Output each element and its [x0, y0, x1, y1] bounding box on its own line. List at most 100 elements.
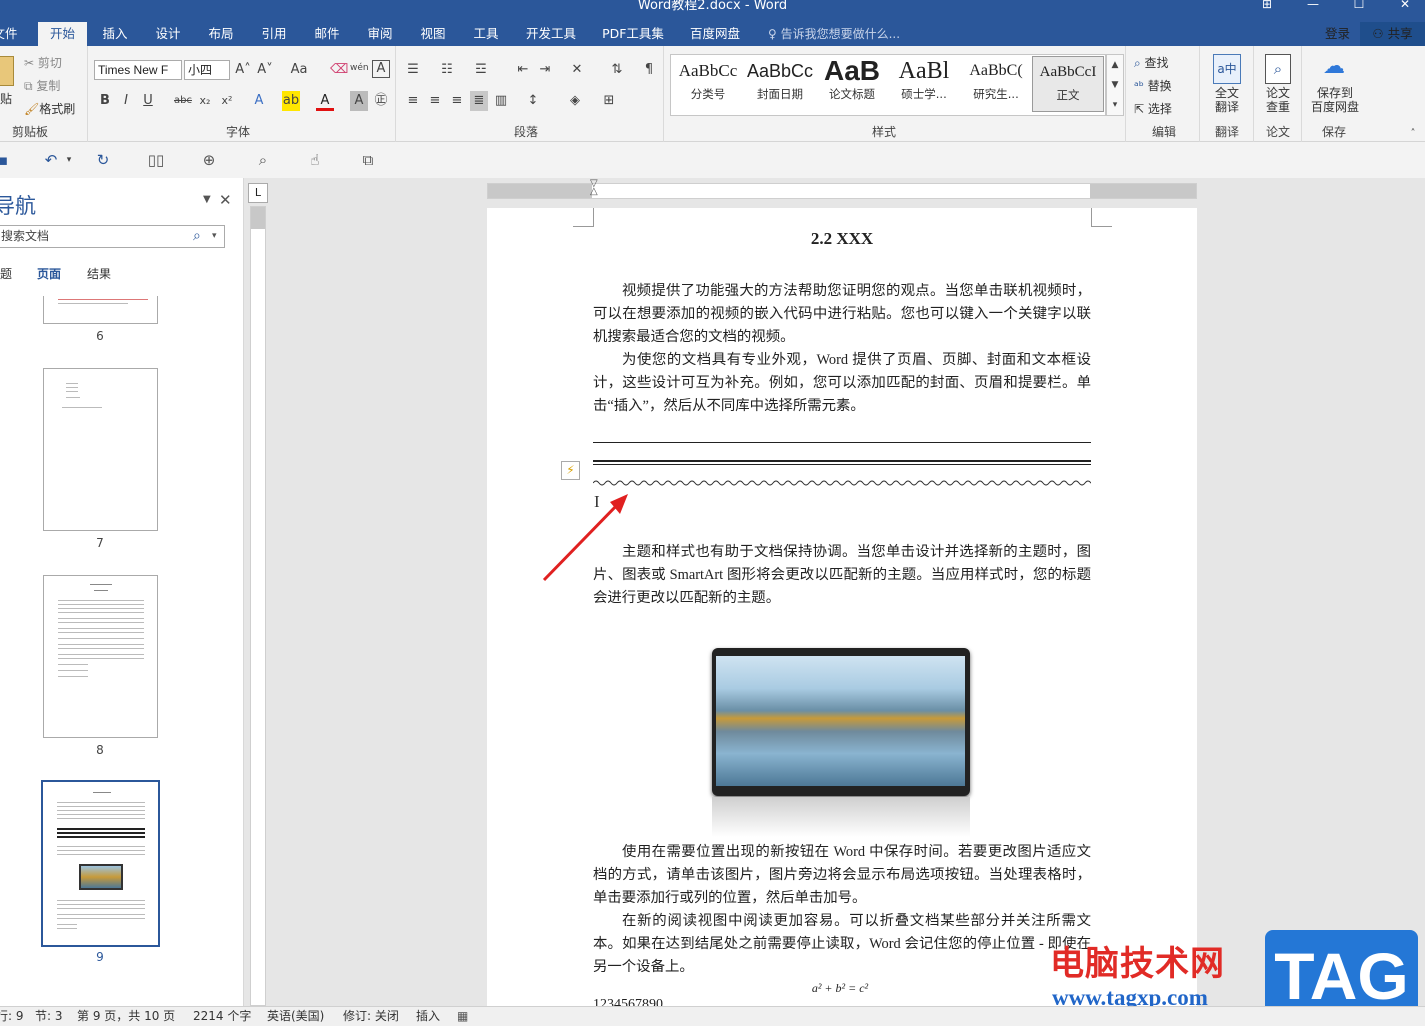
subscript-button[interactable]: x₂ — [196, 91, 214, 111]
share-button[interactable]: ⚇ 共享 — [1360, 22, 1425, 46]
macro-record-icon[interactable]: ▦ — [457, 1007, 468, 1025]
horizontal-ruler[interactable]: ▽ △ — [487, 179, 1197, 199]
tab-file[interactable]: 文件 — [0, 22, 20, 46]
style-item-paper-title[interactable]: AaB 论文标题 — [816, 56, 888, 112]
decrease-indent-icon[interactable]: ⇤ — [514, 60, 532, 80]
font-size-select[interactable]: 小四 — [184, 60, 230, 80]
status-track-changes[interactable]: 修订: 关闭 — [343, 1007, 399, 1025]
tab-pdf[interactable]: PDF工具集 — [598, 22, 668, 46]
find-button[interactable]: ⌕ 查找 — [1134, 54, 1169, 71]
tab-mailings[interactable]: 邮件 — [304, 22, 350, 46]
page-thumbnail-7[interactable] — [43, 368, 158, 531]
superscript-button[interactable]: x² — [218, 91, 236, 111]
nav-tab-results[interactable]: 结果 — [87, 265, 111, 282]
page-thumbnail-8[interactable] — [43, 575, 158, 738]
show-marks-icon[interactable]: ¶ — [640, 60, 658, 80]
minimize-button[interactable]: — — [1290, 0, 1336, 12]
cut-button[interactable]: ✂ 剪切 — [24, 54, 62, 71]
tab-tools[interactable]: 工具 — [463, 22, 509, 46]
tab-references[interactable]: 引用 — [251, 22, 297, 46]
enclose-char-icon[interactable]: ㊣ — [372, 91, 390, 111]
touch-mode-icon[interactable]: ☝ — [304, 150, 326, 170]
nav-options-icon[interactable]: ▼ — [203, 194, 211, 205]
nav-search-input[interactable]: 搜索文档 — [0, 225, 225, 248]
tab-layout[interactable]: 布局 — [198, 22, 244, 46]
shrink-font-icon[interactable]: A˅ — [256, 60, 274, 80]
chinese-layout-icon[interactable]: ✕ — [568, 60, 586, 80]
save-icon[interactable]: ▪ — [0, 150, 14, 170]
paper-check-icon[interactable]: ⌕ — [1265, 54, 1291, 84]
status-page[interactable]: 第 9 页，共 10 页 — [77, 1007, 175, 1025]
copy-button[interactable]: ⧉ 复制 — [24, 77, 60, 94]
underline-button[interactable]: U — [139, 91, 157, 111]
phonetic-guide-button[interactable]: wén — [350, 58, 369, 78]
page-thumbnail-6[interactable] — [43, 296, 158, 324]
font-name-select[interactable]: Times New F — [94, 60, 182, 80]
page-thumbnail-9[interactable] — [41, 780, 160, 947]
align-center-icon[interactable]: ≡ — [426, 91, 444, 111]
tell-me-search[interactable]: ♀ 告诉我您想要做什么... — [768, 22, 900, 46]
autocorrect-options-icon[interactable]: ⚡ — [561, 461, 580, 480]
nav-tab-headings[interactable]: 标题 — [0, 265, 12, 282]
login-link[interactable]: 登录 — [1325, 22, 1350, 46]
char-shading-icon[interactable]: A — [350, 91, 368, 111]
line-spacing-icon[interactable]: ↕ — [524, 91, 542, 111]
increase-indent-icon[interactable]: ⇥ — [536, 60, 554, 80]
status-insert-mode[interactable]: 插入 — [416, 1007, 440, 1025]
style-item-cover-date[interactable]: AaBbCc 封面日期 — [744, 56, 816, 112]
undo-dropdown-icon[interactable]: ▾ — [58, 150, 80, 170]
distribute-icon[interactable]: ▥ — [492, 91, 510, 111]
tab-baidu[interactable]: 百度网盘 — [684, 22, 746, 46]
style-item-category[interactable]: AaBbCc 分类号 — [672, 56, 744, 112]
grow-font-icon[interactable]: A˄ — [234, 60, 252, 80]
clear-format-icon[interactable]: ⌫ — [330, 60, 348, 80]
borders-icon[interactable]: ⊞ — [600, 91, 618, 111]
bullets-icon[interactable]: ☰ — [404, 60, 422, 80]
style-item-normal[interactable]: AaBbCcI 正文 — [1032, 56, 1104, 112]
vertical-ruler[interactable] — [250, 206, 266, 1006]
bold-button[interactable]: B — [96, 91, 114, 111]
tab-view[interactable]: 视图 — [410, 22, 456, 46]
style-item-graduate[interactable]: AaBbC( 研究生... — [960, 56, 1032, 112]
close-button[interactable]: ✕ — [1382, 0, 1425, 12]
change-case-button[interactable]: Aa — [286, 60, 312, 80]
nav-close-icon[interactable]: ✕ — [219, 191, 232, 209]
tab-review[interactable]: 审阅 — [357, 22, 403, 46]
replace-button[interactable]: ᵃᵇ 替换 — [1134, 77, 1172, 94]
align-left-icon[interactable]: ≡ — [404, 91, 422, 111]
search-dropdown-icon[interactable]: ▾ — [212, 231, 217, 241]
italic-button[interactable]: I — [117, 91, 135, 111]
status-word-count[interactable]: 2214 个字 — [193, 1007, 251, 1025]
style-item-master[interactable]: AaBl 硕士学... — [888, 56, 960, 112]
landscape-image[interactable] — [716, 656, 965, 786]
paste-button[interactable]: 贴 — [0, 90, 12, 107]
paste-icon[interactable] — [0, 56, 14, 86]
translate-icon[interactable]: a中 — [1213, 54, 1241, 84]
redo-icon[interactable]: ↻ — [92, 150, 114, 170]
status-language[interactable]: 英语(美国) — [267, 1007, 324, 1025]
maximize-button[interactable]: ☐ — [1336, 0, 1382, 12]
numbering-icon[interactable]: ☷ — [438, 60, 456, 80]
save-baidu-button[interactable]: 保存到 百度网盘 — [1304, 86, 1366, 114]
justify-icon[interactable]: ≣ — [470, 91, 488, 111]
font-color-icon[interactable]: A — [316, 91, 334, 111]
web-layout-icon[interactable]: ⊕ — [198, 150, 220, 170]
format-painter-button[interactable]: 🖌格式刷 — [24, 100, 75, 117]
print-preview-icon[interactable]: ⌕ — [252, 150, 274, 170]
multilevel-list-icon[interactable]: ☲ — [472, 60, 490, 80]
highlight-icon[interactable]: ab — [282, 91, 300, 111]
nav-tab-pages[interactable]: 页面 — [37, 265, 61, 282]
styles-scroll-icon[interactable]: ▲ ▼ ▾ — [1106, 54, 1124, 116]
ribbon-display-icon[interactable]: ⊞ — [1244, 0, 1290, 12]
customize-qat-icon[interactable]: ⧉ — [357, 150, 379, 170]
sort-icon[interactable]: ⇅ — [608, 60, 626, 80]
tab-home[interactable]: 开始 — [38, 22, 87, 46]
full-translate-button[interactable]: 全文 翻译 — [1204, 86, 1250, 114]
text-effects-icon[interactable]: A — [250, 91, 268, 111]
tab-design[interactable]: 设计 — [145, 22, 191, 46]
status-row[interactable]: 行: 9 — [0, 1007, 24, 1025]
strikethrough-button[interactable]: abc — [172, 91, 194, 111]
collapse-ribbon-icon[interactable]: ˄ — [1404, 124, 1422, 144]
paper-check-button[interactable]: 论文 查重 — [1256, 86, 1300, 114]
char-border-icon[interactable]: A — [372, 60, 390, 78]
